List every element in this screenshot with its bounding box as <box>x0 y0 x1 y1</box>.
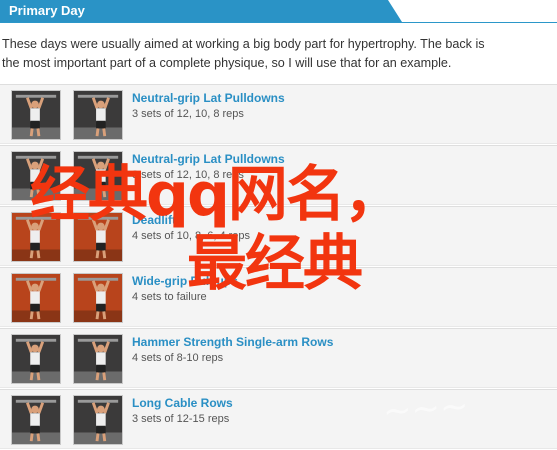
exercise-list: Neutral-grip Lat Pulldowns 3 sets of 12, … <box>0 84 557 450</box>
exercise-photo-start[interactable] <box>11 212 61 262</box>
exercise-sets-reps: 3 sets of 12, 10, 8 reps <box>132 108 244 120</box>
intro-line-2: the most important part of a complete ph… <box>2 56 452 70</box>
exercise-photo-end[interactable] <box>73 151 123 201</box>
exercise-photo-end[interactable] <box>73 212 123 262</box>
exercise-link[interactable]: Hammer Strength Single-arm Rows <box>132 335 333 349</box>
list-item: Deadlifts 4 sets of 10, 8, 6, 4 reps <box>0 206 557 266</box>
exercise-link[interactable]: Neutral-grip Lat Pulldowns <box>132 152 285 166</box>
exercise-photo-start[interactable] <box>11 151 61 201</box>
exercise-photo-end[interactable] <box>73 395 123 445</box>
exercise-photo-end[interactable] <box>73 334 123 384</box>
section-header: Primary Day <box>0 0 557 23</box>
list-item: Long Cable Rows 3 sets of 12-15 reps <box>0 389 557 449</box>
intro-line-1: These days were usually aimed at working… <box>2 37 485 51</box>
exercise-photo-start[interactable] <box>11 273 61 323</box>
exercise-sets-reps: 4 sets of 8-10 reps <box>132 352 224 364</box>
exercise-photo-start[interactable] <box>11 334 61 384</box>
exercise-photo-end[interactable] <box>73 273 123 323</box>
intro-paragraph: These days were usually aimed at working… <box>2 35 554 73</box>
exercise-sets-reps: 3 sets of 12-15 reps <box>132 413 230 425</box>
exercise-link[interactable]: Long Cable Rows <box>132 396 233 410</box>
exercise-photo-start[interactable] <box>11 395 61 445</box>
exercise-link[interactable]: Wide-grip Pull-ups <box>132 274 238 288</box>
exercise-sets-reps: 4 sets to failure <box>132 291 207 303</box>
exercise-photo-end[interactable] <box>73 90 123 140</box>
section-title: Primary Day <box>9 3 85 18</box>
exercise-sets-reps: 4 sets of 10, 8, 6, 4 reps <box>132 230 251 242</box>
exercise-link[interactable]: Neutral-grip Lat Pulldowns <box>132 91 285 105</box>
list-item: Hammer Strength Single-arm Rows 4 sets of… <box>0 328 557 388</box>
list-item: Wide-grip Pull-ups 4 sets to failure <box>0 267 557 327</box>
list-item: Neutral-grip Lat Pulldowns 3 sets of 12, … <box>0 145 557 205</box>
exercise-sets-reps: 3 sets of 12, 10, 8 reps <box>132 169 244 181</box>
exercise-photo-start[interactable] <box>11 90 61 140</box>
list-item: Neutral-grip Lat Pulldowns 3 sets of 12, … <box>0 84 557 144</box>
exercise-link[interactable]: Deadlifts <box>132 213 183 227</box>
